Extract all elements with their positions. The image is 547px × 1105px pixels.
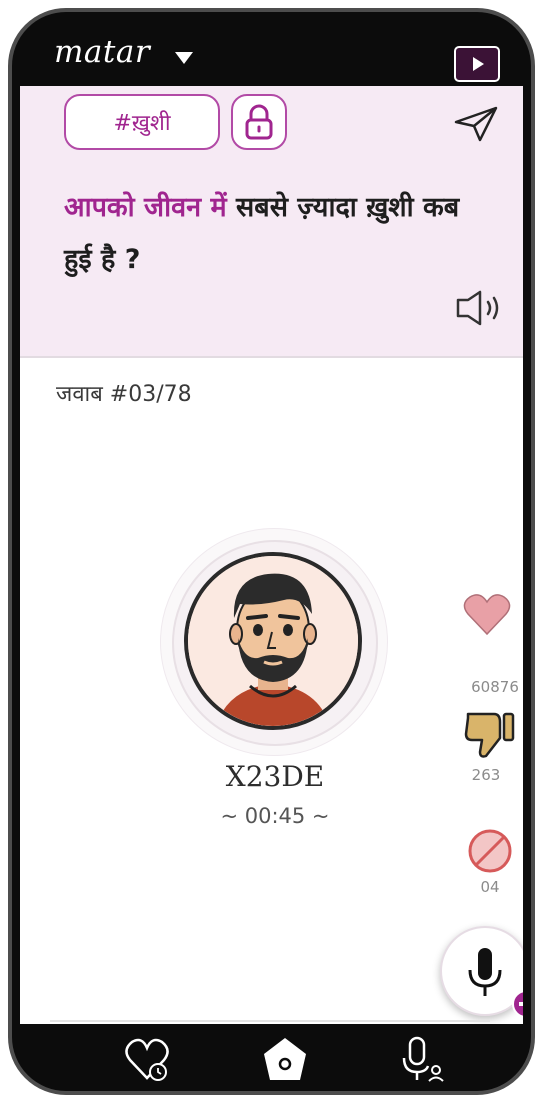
app-brand[interactable]: matar: [54, 34, 150, 70]
block-icon[interactable]: [467, 828, 513, 874]
home-icon[interactable]: [260, 1034, 310, 1084]
divider: [50, 1020, 490, 1022]
question-highlight: आपको जीवन में: [64, 192, 227, 223]
heart-clock-icon[interactable]: [122, 1034, 172, 1084]
dislike-count: 263: [471, 766, 501, 784]
phone-frame: matar #ख़ुशी आपको जीवन में सबसे ज़्यादा …: [8, 8, 535, 1095]
lock-button[interactable]: [231, 94, 287, 150]
record-answer-button[interactable]: [440, 926, 523, 1016]
question-panel: #ख़ुशी आपको जीवन में सबसे ज़्यादा ख़ुशी …: [20, 86, 523, 358]
block-count: 04: [480, 878, 500, 896]
speaker-icon[interactable]: [452, 286, 512, 330]
avatar-face-icon: [188, 556, 358, 726]
question-text: आपको जीवन में सबसे ज़्यादा ख़ुशी कब हुई …: [64, 182, 484, 286]
like-count: 60876: [471, 678, 519, 696]
mic-user-icon[interactable]: [396, 1034, 446, 1084]
play-button[interactable]: [454, 46, 500, 82]
lock-icon: [245, 104, 273, 140]
mic-icon: [468, 948, 502, 996]
avatar[interactable]: [184, 552, 362, 730]
send-icon[interactable]: [452, 104, 500, 144]
caret-down-icon[interactable]: [175, 52, 193, 64]
main-screen: #ख़ुशी आपको जीवन में सबसे ज़्यादा ख़ुशी …: [20, 86, 523, 1024]
audio-duration: ~ 00:45 ~: [220, 804, 330, 828]
answer-counter: जवाब #03/78: [56, 382, 192, 407]
play-icon: [473, 57, 484, 71]
heart-icon[interactable]: [462, 592, 512, 636]
thumbs-down-icon[interactable]: [464, 708, 516, 760]
username: X23DE: [225, 760, 325, 793]
topic-tag[interactable]: #ख़ुशी: [64, 94, 220, 150]
